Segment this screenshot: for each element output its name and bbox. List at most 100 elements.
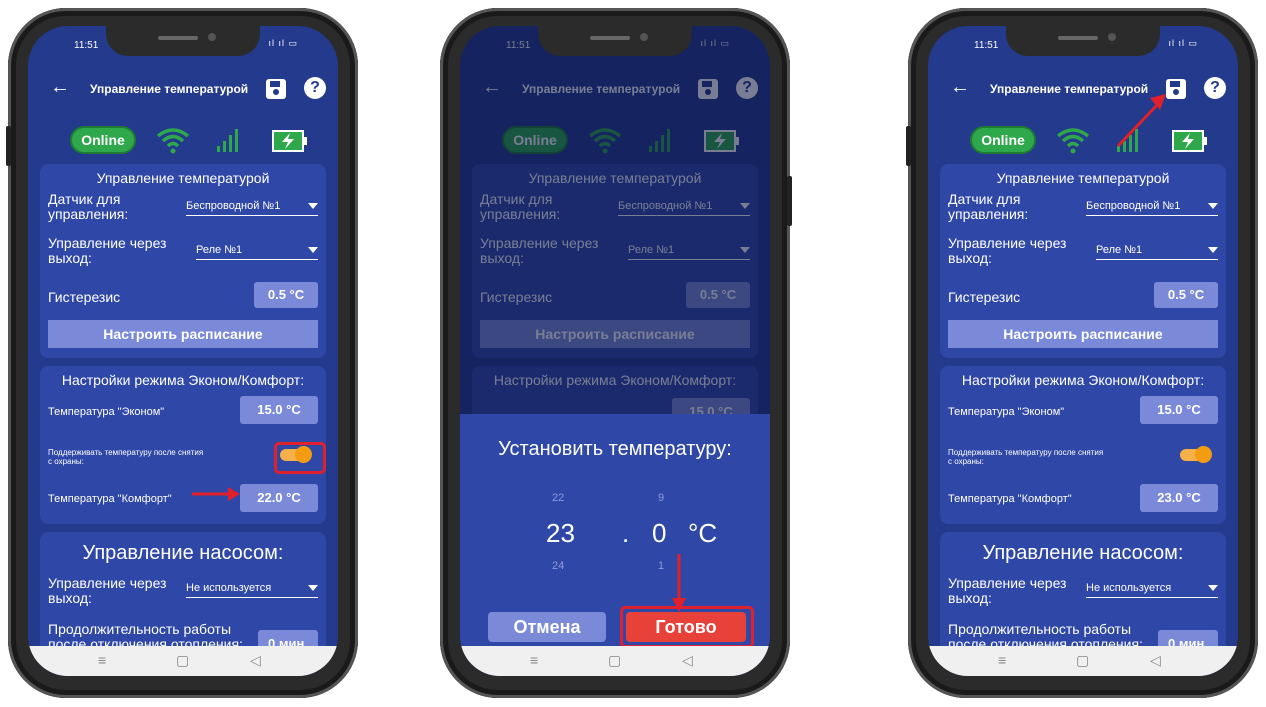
econom-value[interactable]: 15.0 °C	[240, 396, 318, 424]
back-icon[interactable]: ◁	[682, 652, 693, 669]
keep-temp-toggle[interactable]	[1180, 446, 1212, 463]
chevron-down-icon	[308, 585, 318, 591]
picker-int-current[interactable]: 23	[546, 518, 575, 549]
sensor-dropdown[interactable]: Беспроводной №1	[1086, 200, 1218, 216]
red-arrow-icon	[672, 554, 686, 612]
toggle-highlight-box	[274, 442, 326, 474]
save-icon[interactable]	[265, 78, 287, 100]
red-arrow-icon	[192, 487, 240, 501]
app-bar: ← Управление температурой ?	[928, 72, 1238, 106]
card-heading: Управление температурой	[996, 170, 1170, 186]
back-icon[interactable]: ◁	[1150, 652, 1161, 669]
menu-icon[interactable]: ≡	[998, 652, 1006, 668]
menu-icon[interactable]: ≡	[530, 652, 538, 668]
battery-charging-icon	[272, 130, 307, 152]
online-badge: Online	[972, 128, 1034, 152]
back-arrow-icon[interactable]: ←	[950, 76, 970, 99]
app-bar: ← Управление температурой ?	[28, 72, 338, 106]
phone-2: 11:51 ıl ıl ▭ ← Управление температурой …	[440, 8, 792, 698]
pump-output-label: Управление через выход:	[948, 575, 1067, 606]
econom-label: Температура "Эконом"	[948, 406, 1065, 418]
output-value: Реле №1	[196, 244, 243, 256]
done-highlight-box	[620, 606, 754, 648]
phone-side-button	[6, 126, 11, 166]
wifi-icon	[1056, 128, 1090, 154]
keep-temp-label: Поддерживать температуру после снятия с …	[48, 448, 204, 466]
online-badge: Online	[72, 128, 134, 152]
system-nav-bar: ≡ ▢ ◁	[28, 646, 338, 676]
notch	[106, 26, 260, 56]
notch	[538, 26, 692, 56]
phone-side-button	[787, 176, 792, 226]
card-heading: Управление насосом:	[982, 542, 1184, 564]
battery-charging-icon	[1172, 130, 1207, 152]
picker-frac-prev[interactable]: 9	[658, 492, 664, 504]
home-icon[interactable]: ▢	[608, 652, 621, 669]
output-value: Реле №1	[1096, 244, 1143, 256]
output-dropdown[interactable]: Реле №1	[1096, 244, 1218, 260]
back-arrow-icon[interactable]: ←	[50, 76, 70, 99]
picker-frac-current[interactable]: 0	[652, 518, 666, 549]
hysteresis-value[interactable]: 0.5 °C	[254, 282, 318, 308]
comfort-label: Температура "Комфорт"	[948, 493, 1072, 505]
chevron-down-icon	[1208, 203, 1218, 209]
hysteresis-label: Гистерезис	[48, 289, 121, 305]
status-time: 11:51	[74, 40, 99, 51]
chevron-down-icon	[308, 203, 318, 209]
signal-bars-icon	[217, 129, 238, 152]
screen-3: 11:51 ıl ıl ▭ ← Управление температурой …	[928, 26, 1238, 676]
output-dropdown[interactable]: Реле №1	[196, 244, 318, 260]
help-icon[interactable]: ?	[1204, 77, 1226, 99]
hysteresis-label: Гистерезис	[948, 289, 1021, 305]
screen-2: 11:51 ıl ıl ▭ ← Управление температурой …	[460, 26, 770, 676]
pump-output-dropdown[interactable]: Не используется	[186, 582, 318, 598]
output-label: Управление через выход:	[948, 235, 1067, 266]
menu-icon[interactable]: ≡	[98, 652, 106, 668]
temperature-control-card: Управление температурой Датчик для управ…	[940, 164, 1226, 358]
pump-output-value: Не используется	[1086, 582, 1172, 594]
pump-output-dropdown[interactable]: Не используется	[1086, 582, 1218, 598]
picker-frac-next[interactable]: 1	[658, 560, 664, 572]
home-icon[interactable]: ▢	[176, 652, 189, 669]
keep-temp-label: Поддерживать температуру после снятия с …	[948, 448, 1104, 466]
output-label: Управление через выход:	[48, 235, 167, 266]
comfort-value[interactable]: 22.0 °C	[240, 484, 318, 512]
comfort-value[interactable]: 23.0 °C	[1140, 484, 1218, 512]
card-heading: Настройки режима Эконом/Комфорт:	[961, 372, 1205, 388]
mode-card: Настройки режима Эконом/Комфорт: Темпера…	[940, 366, 1226, 524]
sensor-dropdown[interactable]: Беспроводной №1	[186, 200, 318, 216]
picker-unit: °C	[688, 518, 718, 548]
system-nav-bar: ≡ ▢ ◁	[460, 646, 770, 676]
indicators: Online	[28, 126, 338, 156]
cancel-button[interactable]: Отмена	[488, 612, 606, 642]
econom-value[interactable]: 15.0 °C	[1140, 396, 1218, 424]
card-heading: Управление температурой	[96, 170, 270, 186]
system-nav-bar: ≡ ▢ ◁	[928, 646, 1238, 676]
wifi-icon	[156, 128, 190, 154]
sensor-value: Беспроводной №1	[1086, 200, 1181, 212]
schedule-button[interactable]: Настроить расписание	[948, 320, 1218, 348]
sensor-label: Датчик для управления:	[948, 191, 1029, 222]
picker-int-next[interactable]: 24	[552, 560, 564, 572]
red-arrow-icon	[1116, 94, 1166, 148]
chevron-down-icon	[1208, 585, 1218, 591]
back-icon[interactable]: ◁	[250, 652, 261, 669]
signal-battery-icons: ıl ıl ▭	[258, 38, 298, 48]
temperature-control-card: Управление температурой Датчик для управ…	[40, 164, 326, 358]
help-icon[interactable]: ?	[304, 77, 326, 99]
notch	[1006, 26, 1160, 56]
card-heading: Управление насосом:	[82, 542, 284, 564]
hysteresis-value[interactable]: 0.5 °C	[1154, 282, 1218, 308]
pump-output-label: Управление через выход:	[48, 575, 167, 606]
signal-battery-icons: ıl ıl ▭	[1158, 38, 1198, 48]
phone-1: 11:51 ıl ıl ▭ ← Управление температурой …	[6, 8, 358, 698]
sensor-value: Беспроводной №1	[186, 200, 281, 212]
set-temperature-dialog: Установить температуру: 22 23 24 . 9 0 1…	[460, 414, 770, 676]
dialog-title: Установить температуру:	[498, 438, 732, 460]
picker-int-prev[interactable]: 22	[552, 492, 564, 504]
comfort-label: Температура "Комфорт"	[48, 493, 172, 505]
schedule-button[interactable]: Настроить расписание	[48, 320, 318, 348]
phone-side-button	[906, 126, 911, 166]
home-icon[interactable]: ▢	[1076, 652, 1089, 669]
card-heading: Настройки режима Эконом/Комфорт:	[61, 372, 305, 388]
